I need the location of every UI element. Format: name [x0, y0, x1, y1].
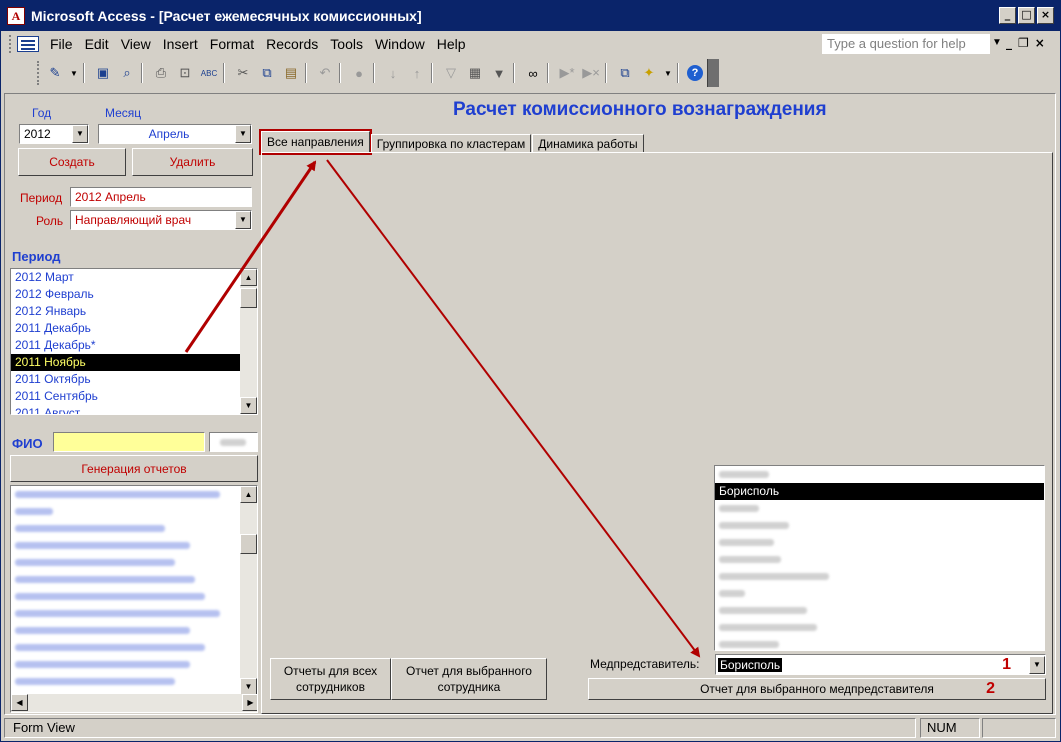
cut-icon[interactable]: ✂ [233, 63, 253, 83]
spelling-icon[interactable]: ABC [199, 63, 219, 83]
paste-icon[interactable]: ▤ [281, 63, 301, 83]
search-file-icon[interactable]: ⌕ [117, 63, 137, 83]
menu-view[interactable]: View [120, 36, 152, 52]
toolbar-options-icon[interactable] [707, 59, 719, 87]
delete-record-icon[interactable]: ▶× [581, 63, 601, 83]
status-bar: Form View NUM [4, 717, 1056, 739]
menu-records[interactable]: Records [265, 36, 319, 52]
mdi-close-icon[interactable]: × [1035, 36, 1045, 50]
menu-file[interactable]: File [49, 36, 74, 52]
menu-edit[interactable]: Edit [84, 36, 110, 52]
view-dropdown-icon[interactable]: ▼ [69, 63, 79, 83]
annotation-arrows [184, 159, 701, 658]
mdi-restore-icon[interactable]: ❐ [1018, 36, 1029, 50]
new-record-icon[interactable]: ▶* [557, 63, 577, 83]
menu-help[interactable]: Help [436, 36, 467, 52]
mdi-minimize-icon[interactable]: _ [1006, 36, 1012, 50]
access-window: A Microsoft Access - [Расчет ежемесячных… [0, 0, 1061, 742]
menu-insert[interactable]: Insert [162, 36, 199, 52]
database-window-icon[interactable]: ⧉ [615, 63, 635, 83]
window-title: Microsoft Access - [Расчет ежемесячных к… [31, 8, 422, 24]
menu-grip-icon[interactable] [9, 35, 13, 53]
filter-by-selection-icon[interactable]: ▽ [441, 63, 461, 83]
maximize-button[interactable]: □ [1018, 7, 1035, 24]
access-app-icon[interactable]: A [7, 7, 25, 25]
sort-descending-icon[interactable]: ↑ [407, 63, 427, 83]
help-question-input[interactable]: Type a question for help [822, 34, 990, 54]
form-control-menu-icon[interactable] [17, 36, 39, 52]
view-icon[interactable]: ✎ [45, 63, 65, 83]
filter-by-form-icon[interactable]: ▦ [465, 63, 485, 83]
menu-window[interactable]: Window [374, 36, 426, 52]
toolbar-grip-icon[interactable] [37, 61, 41, 85]
status-empty [982, 718, 1056, 738]
save-icon[interactable]: ▣ [93, 63, 113, 83]
help-dropdown-arrow-icon[interactable]: ▼ [992, 37, 1002, 48]
help-icon[interactable]: ? [687, 65, 703, 81]
print-icon[interactable]: ⎙ [151, 63, 171, 83]
menu-tools[interactable]: Tools [329, 36, 364, 52]
undo-icon[interactable]: ↶ [315, 63, 335, 83]
find-icon[interactable]: ∞ [523, 63, 543, 83]
form-client-area: Год Месяц 2012 ▼ Апрель ▼ Создать Удалит… [4, 93, 1056, 715]
form-toolbar: ✎ ▼ ▣ ⌕ ⎙ ⊡ ABC ✂ ⧉ ▤ ↶ ● ↓ ↑ ▽ ▦ ▼ ∞ ▶*… [1, 57, 1060, 89]
new-object-dropdown-icon[interactable]: ▼ [663, 63, 673, 83]
minimize-button[interactable]: _ [999, 7, 1016, 24]
arrow-to-tab [184, 160, 317, 353]
arrow-to-rep-combo [326, 159, 701, 658]
sort-ascending-icon[interactable]: ↓ [383, 63, 403, 83]
status-mode: Form View [4, 718, 916, 738]
apply-filter-icon[interactable]: ▼ [489, 63, 509, 83]
status-num: NUM [920, 718, 980, 738]
close-button[interactable]: × [1037, 7, 1054, 24]
new-object-icon[interactable]: ✦ [639, 63, 659, 83]
print-preview-icon[interactable]: ⊡ [175, 63, 195, 83]
copy-icon[interactable]: ⧉ [257, 63, 277, 83]
hyperlink-icon[interactable]: ● [349, 63, 369, 83]
title-bar[interactable]: A Microsoft Access - [Расчет ежемесячных… [1, 1, 1060, 31]
menu-format[interactable]: Format [209, 36, 255, 52]
